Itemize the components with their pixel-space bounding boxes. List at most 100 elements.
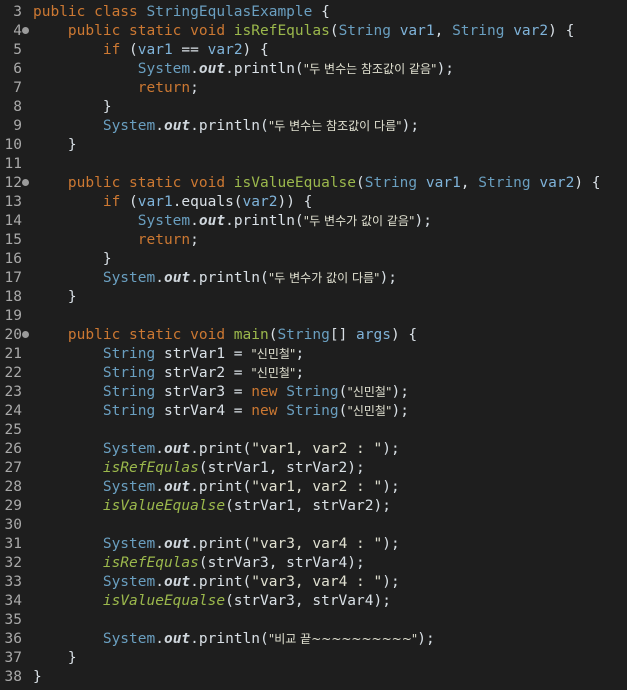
code-text: return;	[33, 231, 199, 250]
code-line[interactable]: 37 }	[0, 649, 627, 668]
line-number: 26	[4, 441, 22, 457]
code-line[interactable]: 36 System.out.println("비교 끝~~~~~~~~~~");	[0, 630, 627, 649]
code-line[interactable]: 23 String strVar3 = new String("신민철");	[0, 383, 627, 402]
line-number: 8	[13, 99, 22, 115]
code-line[interactable]: 3 public class StringEqulasExample {	[0, 3, 627, 22]
code-token: );	[382, 441, 400, 457]
code-line[interactable]: 18 }	[0, 288, 627, 307]
code-text: if (var1 == var2) {	[33, 41, 269, 60]
code-line[interactable]: 15 return;	[0, 231, 627, 250]
code-token: static	[129, 327, 191, 343]
code-line[interactable]: 34 isValueEqualse(strVar3, strVar4);	[0, 592, 627, 611]
line-number: 15	[4, 232, 22, 248]
code-token: ;	[190, 232, 199, 248]
code-token: strVar3 =	[155, 384, 252, 400]
code-line[interactable]: 6 System.out.println("두 변수는 참조값이 같음");	[0, 60, 627, 79]
code-line[interactable]: 8 }	[0, 98, 627, 117]
code-token: var1	[399, 23, 435, 39]
code-token: );	[401, 118, 420, 134]
code-token: ;	[190, 80, 199, 96]
code-token: String	[338, 23, 391, 39]
code-token: "두 변수는 참조값이 다름"	[268, 119, 402, 133]
code-line[interactable]: 12 public static void isValueEqualse(Str…	[0, 174, 627, 193]
fold-collapse-icon[interactable]	[22, 331, 29, 338]
code-token: System	[102, 574, 156, 590]
code-line[interactable]: 16 }	[0, 250, 627, 269]
code-token: (	[338, 384, 348, 400]
code-token: "var1, var2 : "	[251, 441, 383, 457]
code-token: (	[129, 194, 138, 210]
code-line[interactable]: 17 System.out.println("두 변수가 값이 다름");	[0, 269, 627, 288]
code-token: "신민철"	[347, 385, 392, 399]
code-token: }	[33, 669, 42, 685]
code-line[interactable]: 19	[0, 307, 627, 326]
code-line[interactable]: 4 public static void isRefEqulas(String …	[0, 22, 627, 41]
code-token: if	[102, 42, 130, 58]
code-line[interactable]: 38}	[0, 668, 627, 687]
code-text: System.out.print("var1, var2 : ");	[33, 440, 400, 459]
code-token: )) {	[277, 194, 313, 210]
code-line[interactable]: 5 if (var1 == var2) {	[0, 41, 627, 60]
code-line[interactable]: 24 String strVar4 = new String("신민철");	[0, 402, 627, 421]
code-line[interactable]: 33 System.out.print("var3, var4 : ");	[0, 573, 627, 592]
code-line[interactable]: 29 isValueEqualse(strVar1, strVar2);	[0, 497, 627, 516]
code-token: return	[137, 232, 191, 248]
code-token: );	[382, 479, 400, 495]
code-line[interactable]: 32 isRefEqulas(strVar3, strVar4);	[0, 554, 627, 573]
code-token: {	[312, 4, 330, 20]
code-line[interactable]: 22 String strVar2 = "신민철";	[0, 364, 627, 383]
fold-collapse-icon[interactable]	[22, 179, 29, 186]
code-text: }	[33, 649, 77, 668]
code-line[interactable]: 7 return;	[0, 79, 627, 98]
code-text: System.out.println("비교 끝~~~~~~~~~~");	[33, 630, 435, 649]
line-number: 23	[4, 384, 22, 400]
code-token: var1	[137, 42, 173, 58]
code-token: String	[286, 403, 339, 419]
code-text: }	[33, 250, 112, 269]
code-token: ==	[172, 42, 208, 58]
code-line[interactable]: 25	[0, 421, 627, 440]
code-line[interactable]: 9 System.out.println("두 변수는 참조값이 다름");	[0, 117, 627, 136]
code-line[interactable]: 31 System.out.print("var3, var4 : ");	[0, 535, 627, 554]
code-token: .print(	[190, 536, 252, 552]
code-line[interactable]: 21 String strVar1 = "신민철";	[0, 345, 627, 364]
code-token: "신민철"	[251, 347, 296, 361]
code-text: public static void main(String[] args) {	[33, 326, 417, 345]
code-line[interactable]: 35	[0, 611, 627, 630]
code-editor[interactable]: 3 public class StringEqulasExample {4 pub…	[0, 0, 627, 690]
code-token: out	[163, 631, 191, 647]
code-token: ) {	[242, 42, 269, 58]
code-token: out	[198, 213, 226, 229]
code-text: isValueEqualse(strVar3, strVar4);	[33, 592, 391, 611]
code-token: );	[417, 631, 435, 647]
code-token: .	[155, 441, 164, 457]
code-text: System.out.print("var3, var4 : ");	[33, 573, 400, 592]
code-line[interactable]: 26 System.out.print("var1, var2 : ");	[0, 440, 627, 459]
code-line[interactable]: 28 System.out.print("var1, var2 : ");	[0, 478, 627, 497]
code-line[interactable]: 30	[0, 516, 627, 535]
code-token: (strVar3, strVar4);	[198, 555, 365, 571]
code-line[interactable]: 27 isRefEqulas(strVar1, strVar2);	[0, 459, 627, 478]
code-text: }	[33, 136, 77, 155]
code-line[interactable]: 11	[0, 155, 627, 174]
line-number: 6	[13, 61, 22, 77]
code-line[interactable]: 10 }	[0, 136, 627, 155]
code-token: .print(	[190, 441, 252, 457]
line-number: 38	[4, 669, 22, 685]
code-line[interactable]: 14 System.out.println("두 변수가 값이 같음");	[0, 212, 627, 231]
fold-collapse-icon[interactable]	[22, 27, 29, 34]
code-token: (	[129, 42, 138, 58]
line-number: 34	[4, 593, 22, 609]
code-token: String	[102, 346, 156, 362]
code-token: );	[382, 574, 400, 590]
code-token: (	[356, 175, 365, 191]
code-line[interactable]: 13 if (var1.equals(var2)) {	[0, 193, 627, 212]
code-line[interactable]: 20 public static void main(String[] args…	[0, 326, 627, 345]
line-number: 20	[4, 327, 22, 343]
